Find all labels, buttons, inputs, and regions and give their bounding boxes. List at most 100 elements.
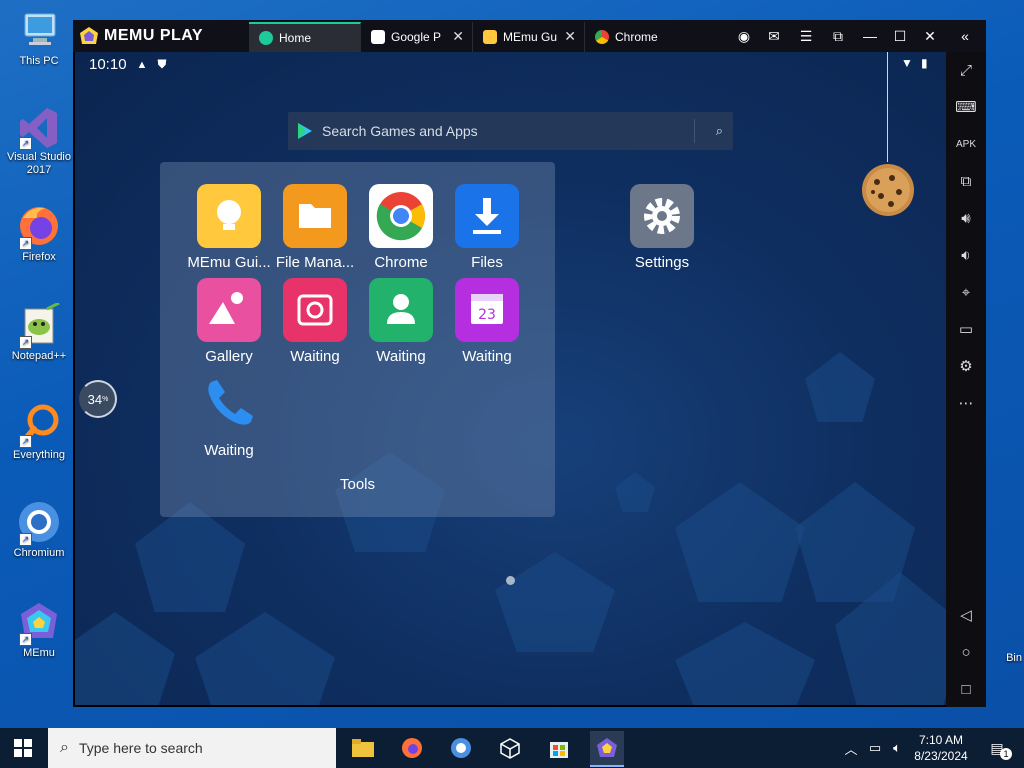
app-label: File Mana... — [275, 254, 355, 271]
maximize-button[interactable]: ☐ — [885, 20, 915, 52]
notification-center-icon[interactable]: ▤ 1 — [980, 732, 1014, 764]
android-screen: 10:10 ▲ ⛊ ▼ ▮ Search Games and Apps ⌕ 34… — [75, 52, 946, 705]
menu-icon[interactable]: ☰ — [791, 20, 821, 52]
close-tab-icon[interactable]: ✕ — [564, 28, 576, 45]
chrome-icon — [595, 30, 609, 44]
app-memu-guide[interactable]: MEmu Gui... — [186, 184, 272, 271]
desktop-icon-firefox[interactable]: ↗ Firefox — [4, 204, 74, 264]
tab-memu-guide[interactable]: MEmu Gu ✕ — [473, 22, 585, 52]
3d-box-icon[interactable] — [493, 732, 527, 764]
folder-icon — [283, 184, 347, 248]
close-button[interactable]: ✕ — [915, 20, 945, 52]
keyboard-icon[interactable]: ⌨ — [954, 95, 978, 119]
tab-label: Home — [279, 31, 312, 45]
file-explorer-icon[interactable] — [346, 732, 380, 764]
close-tab-icon[interactable]: ✕ — [452, 28, 464, 45]
page-indicator-dot — [506, 576, 515, 585]
brand-name: MEMU PLAY — [104, 27, 204, 44]
app-calendar[interactable]: 23 Waiting — [444, 278, 530, 365]
chromium-taskbar-icon[interactable] — [444, 732, 478, 764]
gallery-icon — [197, 278, 261, 342]
cookie-icon[interactable] — [859, 162, 917, 218]
mini-mode-icon[interactable]: ⧉ — [823, 20, 853, 52]
search-icon[interactable]: ⌕ — [716, 123, 723, 139]
progress-value: 34 — [87, 391, 103, 407]
windows-taskbar: ⌕ Type here to search ︿ ▭ 🔈︎ 7:10 AM 8/2… — [0, 728, 1024, 768]
progress-indicator: 34% — [79, 380, 117, 418]
desktop-icon-this-pc[interactable]: This PC — [4, 8, 74, 68]
warning-icon: ▲ — [136, 58, 148, 71]
windows-start-icon[interactable] — [6, 732, 40, 764]
calendar-icon: 23 — [455, 278, 519, 342]
search-games-bar[interactable]: Search Games and Apps ⌕ — [288, 112, 733, 150]
app-label: Waiting — [376, 348, 426, 365]
account-icon[interactable]: ◉ — [729, 20, 759, 52]
volume-down-icon[interactable]: 🔉︎ — [954, 243, 978, 267]
desktop-icon-chromium[interactable]: ↗ Chromium — [4, 500, 74, 560]
visual-studio-icon: ↗ — [17, 104, 61, 150]
desktop-icon-label: Notepad++ — [11, 350, 67, 362]
notification-badge: 1 — [1000, 748, 1012, 760]
desktop-icon-label: Visual Studio 2017 — [6, 151, 71, 176]
app-file-manager[interactable]: File Mana... — [272, 184, 358, 271]
desktop-icon-everything[interactable]: ↗ Everything — [4, 402, 74, 462]
status-time: 10:10 — [89, 56, 127, 73]
app-camera[interactable]: Waiting — [272, 278, 358, 365]
camera-icon — [283, 278, 347, 342]
title-bar: MEMU PLAY Home Google P ✕ MEmu Gu ✕ Chro… — [73, 20, 986, 52]
desktop-icon-memu[interactable]: ↗ MEmu — [4, 600, 74, 660]
chromium-icon: ↗ — [17, 500, 61, 546]
app-files[interactable]: Files — [444, 184, 530, 271]
desktop-icon-notepad-plus-plus[interactable]: ↗ Notepad++ — [4, 301, 74, 363]
fullscreen-icon[interactable]: ⤢ — [954, 58, 978, 82]
download-icon — [455, 184, 519, 248]
desktop-icon-visual-studio[interactable]: ↗ Visual Studio 2017 — [4, 104, 74, 177]
tab-google-play[interactable]: Google P ✕ — [361, 22, 473, 52]
mail-icon[interactable]: ✉ — [759, 20, 789, 52]
multi-instance-icon[interactable]: ⧉ — [954, 169, 978, 193]
taskbar-search-box[interactable]: ⌕ Type here to search — [48, 728, 336, 768]
desktop-icon-label: Chromium — [13, 547, 65, 559]
settings-gear-icon[interactable]: ⚙ — [954, 354, 978, 378]
collapse-sidebar-icon[interactable]: « — [950, 20, 980, 52]
google-play-icon — [371, 30, 385, 44]
tab-chrome[interactable]: Chrome — [585, 22, 697, 52]
location-icon[interactable]: ⌖ — [954, 280, 978, 304]
desktop-icon-label: Bin — [1006, 652, 1022, 664]
clock-date: 8/23/2024 — [914, 749, 968, 763]
pendulum-string — [887, 52, 888, 162]
contacts-icon — [369, 278, 433, 342]
more-icon[interactable]: ⋯ — [954, 391, 978, 415]
everything-search-icon: ↗ — [17, 402, 61, 448]
back-icon[interactable]: ◁ — [954, 603, 978, 627]
app-contacts[interactable]: Waiting — [358, 278, 444, 365]
tools-folder: MEmu Gui... File Mana... Chrome Files Ga… — [160, 162, 555, 517]
memu-logo-icon — [80, 27, 98, 44]
app-label: Waiting — [290, 348, 340, 365]
app-label: MEmu Gui... — [187, 254, 271, 271]
folder-title: Tools — [339, 476, 376, 493]
gear-icon — [630, 184, 694, 248]
app-settings[interactable]: Settings — [619, 184, 705, 271]
home-tab-icon — [259, 31, 273, 45]
minimize-button[interactable]: — — [855, 20, 885, 52]
app-gallery[interactable]: Gallery — [186, 278, 272, 365]
memu-guide-icon — [483, 30, 497, 44]
tab-home[interactable]: Home — [249, 22, 361, 52]
store-icon[interactable] — [542, 732, 576, 764]
recent-apps-icon[interactable]: □ — [954, 677, 978, 701]
app-chrome[interactable]: Chrome — [358, 184, 444, 271]
volume-up-icon[interactable]: 🔊︎ — [954, 206, 978, 230]
firefox-taskbar-icon[interactable] — [395, 732, 429, 764]
memu-taskbar-icon[interactable] — [590, 731, 624, 767]
lightbulb-icon — [197, 184, 261, 248]
android-status-bar: 10:10 ▲ ⛊ — [89, 56, 166, 73]
notepad-plus-plus-icon: ↗ — [17, 301, 61, 349]
shared-folder-icon[interactable]: ▭ — [954, 317, 978, 341]
memu-logo: MEMU PLAY — [79, 26, 203, 46]
app-phone[interactable]: Waiting — [186, 372, 272, 459]
shield-icon: ⛊ — [157, 57, 167, 71]
taskbar-clock[interactable]: 7:10 AM 8/23/2024 — [906, 732, 976, 764]
home-icon[interactable]: ○ — [954, 640, 978, 664]
apk-install-icon[interactable]: APK — [954, 132, 978, 156]
